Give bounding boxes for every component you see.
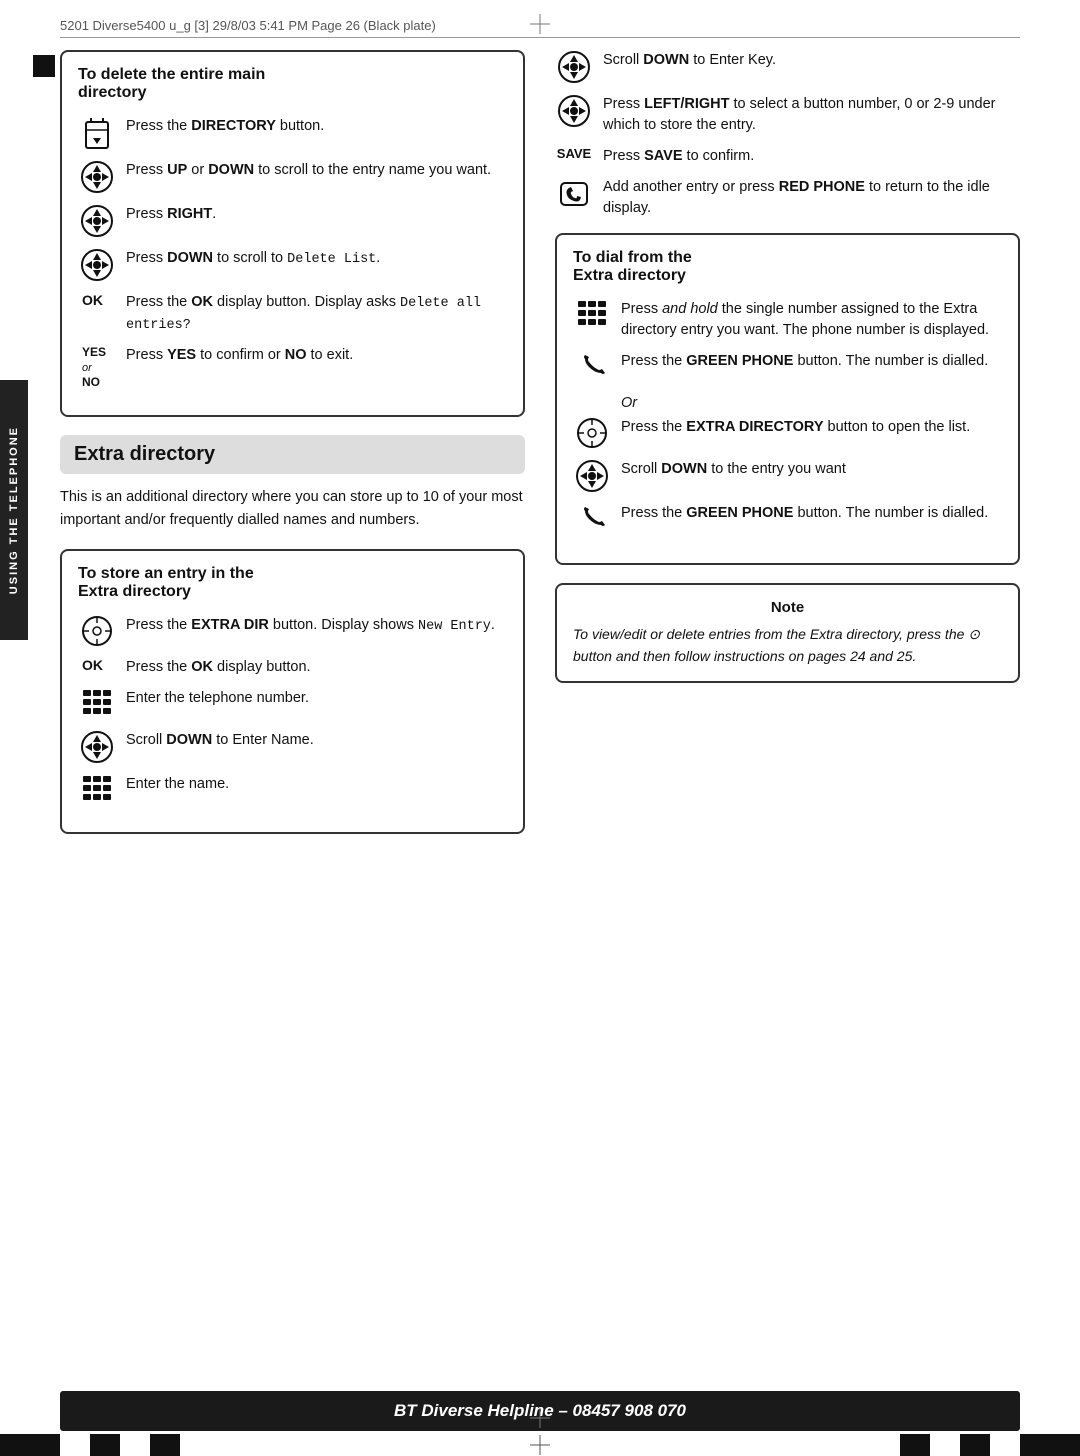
keypad-icon-name [78,774,116,806]
store-entry-title: To store an entry in theExtra directory [78,565,507,601]
checker-1 [0,1434,30,1456]
step-scroll-down-name: Scroll DOWN to Enter Name. [78,730,507,764]
step-left-right: Press LEFT/RIGHT to select a button numb… [555,94,1020,136]
step-extra-dir-open: Press the EXTRA DIRECTORY button to open… [573,417,1002,449]
black-square-marker [33,55,55,77]
header-text: 5201 Diverse5400 u_g [3] 29/8/03 5:41 PM… [60,18,436,33]
step-red-phone: Add another entry or press RED PHONE to … [555,177,1020,219]
note-title: Note [573,599,1002,616]
dial-from-extra-box: To dial from theExtra directory [555,233,1020,565]
step-scroll-entry-text: Scroll DOWN to the entry you want [621,459,846,480]
save-label: SAVE [555,146,593,161]
step-red-phone-text: Add another entry or press RED PHONE to … [603,177,1020,219]
step-extra-dir-text: Press the EXTRA DIR button. Display show… [126,615,495,637]
nav-scroll-entry-icon [573,459,611,493]
extra-dir-open-icon [573,417,611,449]
step-left-right-text: Press LEFT/RIGHT to select a button numb… [603,94,1020,136]
store-entry-continued: Scroll DOWN to Enter Key. Press L [555,50,1020,219]
step-ok-extra-text: Press the OK display button. [126,657,311,678]
checker-9 [960,1434,990,1456]
checker-12 [1050,1434,1080,1456]
note-text: To view/edit or delete entries from the … [573,624,1002,667]
step-enter-number-text: Enter the telephone number. [126,688,309,709]
step-delete-text: Press DOWN to scroll to Delete List. [126,248,380,270]
columns-layout: To delete the entire maindirectory [60,50,1020,852]
keypad-icon-number [78,688,116,720]
step-extra-dir-btn: Press the EXTRA DIR button. Display show… [78,615,507,647]
nav-left-right-icon [555,94,593,128]
step-directory-text: Press the DIRECTORY button. [126,116,324,137]
left-column: To delete the entire maindirectory [60,50,525,852]
step-scroll-key-text: Scroll DOWN to Enter Key. [603,50,776,71]
step-enter-name-text: Enter the name. [126,774,229,795]
crosshair-top-center [530,14,550,34]
ok-label-delete: OK [78,292,116,308]
crosshair-bottom-center [530,1408,550,1428]
step-scroll-down-delete: Press DOWN to scroll to Delete List. [78,248,507,282]
nav-down-icon [78,248,116,282]
dial-from-extra-title: To dial from theExtra directory [573,249,1002,285]
step-scroll-name-text: Scroll DOWN to Enter Name. [126,730,314,751]
step-ok-delete: OK Press the OK display button. Display … [78,292,507,335]
side-tab-label: Using the telephone [8,426,20,594]
checker-3 [60,1434,90,1456]
step-yes-no: YESorNO Press YES to confirm or NO to ex… [78,345,507,389]
step-scroll-entry: Scroll DOWN to the entry you want [573,459,1002,493]
checker-bar [0,1434,1080,1456]
checker-7 [900,1434,930,1456]
step-press-right: Press RIGHT. [78,204,507,238]
step-green-phone-1: Press the GREEN PHONE button. The number… [573,351,1002,385]
step-extra-dir-open-text: Press the EXTRA DIRECTORY button to open… [621,417,970,438]
step-hold-number-text: Press and hold the single number assigne… [621,299,1002,341]
keypad-hold-icon [573,299,611,331]
extra-dir-circle-icon [78,615,116,647]
step-green-phone-1-text: Press the GREEN PHONE button. The number… [621,351,988,372]
step-save-text: Press SAVE to confirm. [603,146,754,167]
ok-label-extra: OK [78,657,116,673]
step-right-text: Press RIGHT. [126,204,216,225]
side-tab: Using the telephone [0,380,28,640]
delete-main-box: To delete the entire maindirectory [60,50,525,417]
step-scroll-up-down: Press UP or DOWN to scroll to the entry … [78,160,507,194]
checker-5 [120,1434,150,1456]
extra-directory-heading: Extra directory [60,435,525,474]
step-scroll-down-key: Scroll DOWN to Enter Key. [555,50,1020,84]
yes-no-label: YESorNO [78,345,116,389]
delete-main-title: To delete the entire maindirectory [78,66,507,102]
main-content: To delete the entire maindirectory [60,50,1020,1396]
nav-up-down-icon [78,160,116,194]
green-phone-icon-2 [573,503,611,537]
step-enter-number: Enter the telephone number. [78,688,507,720]
nav-right-icon [78,204,116,238]
step-scroll-text: Press UP or DOWN to scroll to the entry … [126,160,491,181]
step-yes-no-text: Press YES to confirm or NO to exit. [126,345,353,366]
directory-icon [78,116,116,150]
step-green-phone-2: Press the GREEN PHONE button. The number… [573,503,1002,537]
nav-scroll-key-icon [555,50,593,84]
checker-4 [90,1434,120,1456]
step-ok-delete-text: Press the OK display button. Display ask… [126,292,507,335]
right-column: Scroll DOWN to Enter Key. Press L [555,50,1020,852]
green-phone-icon-1 [573,351,611,385]
nav-scroll-name-icon [78,730,116,764]
checker-2 [30,1434,60,1456]
step-enter-name: Enter the name. [78,774,507,806]
checker-6 [150,1434,180,1456]
red-phone-icon [555,177,593,211]
store-entry-box: To store an entry in theExtra directory … [60,549,525,834]
checker-11 [1020,1434,1050,1456]
step-ok-extra: OK Press the OK display button. [78,657,507,678]
step-green-phone-2-text: Press the GREEN PHONE button. The number… [621,503,988,524]
note-box: Note To view/edit or delete entries from… [555,583,1020,683]
checker-10 [990,1434,1020,1456]
checker-center [180,1434,900,1456]
step-directory: Press the DIRECTORY button. [78,116,507,150]
step-hold-number: Press and hold the single number assigne… [573,299,1002,341]
step-save: SAVE Press SAVE to confirm. [555,146,1020,167]
extra-directory-desc: This is an additional directory where yo… [60,486,525,531]
checker-8 [930,1434,960,1456]
or-text: Or [621,395,1002,411]
